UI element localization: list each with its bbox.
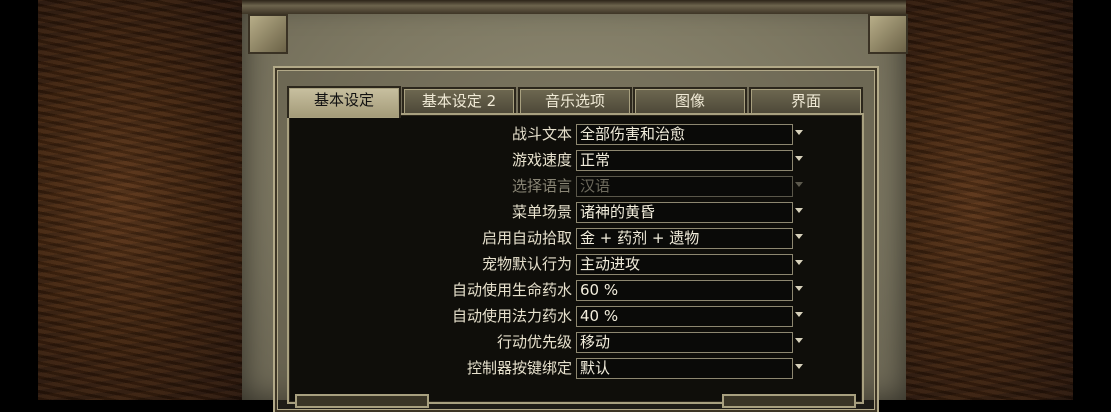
chevron-down-icon[interactable] [795, 234, 803, 239]
setting-label: 游戏速度 [511, 151, 572, 169]
combat-text-dropdown[interactable]: 全部伤害和治愈 [576, 124, 793, 145]
chevron-down-icon[interactable] [795, 312, 803, 317]
setting-row-language: 选择语言 汉语 [289, 173, 862, 199]
bottom-button-left[interactable] [295, 394, 429, 408]
setting-row-action-priority: 行动优先级 移动 [289, 329, 862, 355]
chevron-down-icon [795, 182, 803, 187]
setting-row-combat-text: 战斗文本 全部伤害和治愈 [289, 121, 862, 147]
setting-label: 自动使用法力药水 [451, 307, 572, 325]
setting-row-mana-potion: 自动使用法力药水 40 % [289, 303, 862, 329]
setting-label: 启用自动拾取 [481, 229, 572, 247]
health-potion-dropdown[interactable]: 60 % [576, 280, 793, 301]
setting-row-menu-scene: 菜单场景 诸神的黄昏 [289, 199, 862, 225]
mana-potion-dropdown[interactable]: 40 % [576, 306, 793, 327]
bottom-button-right[interactable] [722, 394, 856, 408]
menu-scene-dropdown[interactable]: 诸神的黄昏 [576, 202, 793, 223]
setting-label: 战斗文本 [511, 125, 572, 143]
settings-list: 战斗文本 全部伤害和治愈 游戏速度 正常 选择语言 汉语 菜单场景 诸神的黄昏 … [287, 113, 864, 404]
game-speed-dropdown[interactable]: 正常 [576, 150, 793, 171]
chevron-down-icon[interactable] [795, 286, 803, 291]
left-black-strip [0, 0, 38, 400]
pet-behavior-dropdown[interactable]: 主动进攻 [576, 254, 793, 275]
setting-label: 选择语言 [511, 177, 572, 195]
wood-background-left [38, 0, 242, 400]
ornament-corner-right-icon [868, 14, 908, 54]
setting-label: 菜单场景 [511, 203, 572, 221]
chevron-down-icon[interactable] [795, 338, 803, 343]
controller-bindings-dropdown[interactable]: 默认 [576, 358, 793, 379]
setting-label: 自动使用生命药水 [451, 281, 572, 299]
wood-background-right [906, 0, 1073, 400]
language-dropdown: 汉语 [576, 176, 793, 197]
setting-row-controller-bindings: 控制器按键绑定 默认 [289, 355, 862, 381]
setting-label: 控制器按键绑定 [466, 359, 572, 377]
ornament-corner-left-icon [248, 14, 288, 54]
auto-pickup-dropdown[interactable]: 金 + 药剂 + 遗物 [576, 228, 793, 249]
tab-basic-settings[interactable]: 基本设定 [287, 86, 401, 118]
setting-row-pet-behavior: 宠物默认行为 主动进攻 [289, 251, 862, 277]
action-priority-dropdown[interactable]: 移动 [576, 332, 793, 353]
chevron-down-icon[interactable] [795, 208, 803, 213]
chevron-down-icon[interactable] [795, 156, 803, 161]
setting-label: 行动优先级 [496, 333, 572, 351]
setting-row-auto-pickup: 启用自动拾取 金 + 药剂 + 遗物 [289, 225, 862, 251]
right-black-strip [1073, 0, 1111, 400]
setting-row-game-speed: 游戏速度 正常 [289, 147, 862, 173]
chevron-down-icon[interactable] [795, 364, 803, 369]
panel-top-border [242, 0, 906, 14]
setting-row-health-potion: 自动使用生命药水 60 % [289, 277, 862, 303]
setting-label: 宠物默认行为 [481, 255, 572, 273]
chevron-down-icon[interactable] [795, 260, 803, 265]
chevron-down-icon[interactable] [795, 130, 803, 135]
